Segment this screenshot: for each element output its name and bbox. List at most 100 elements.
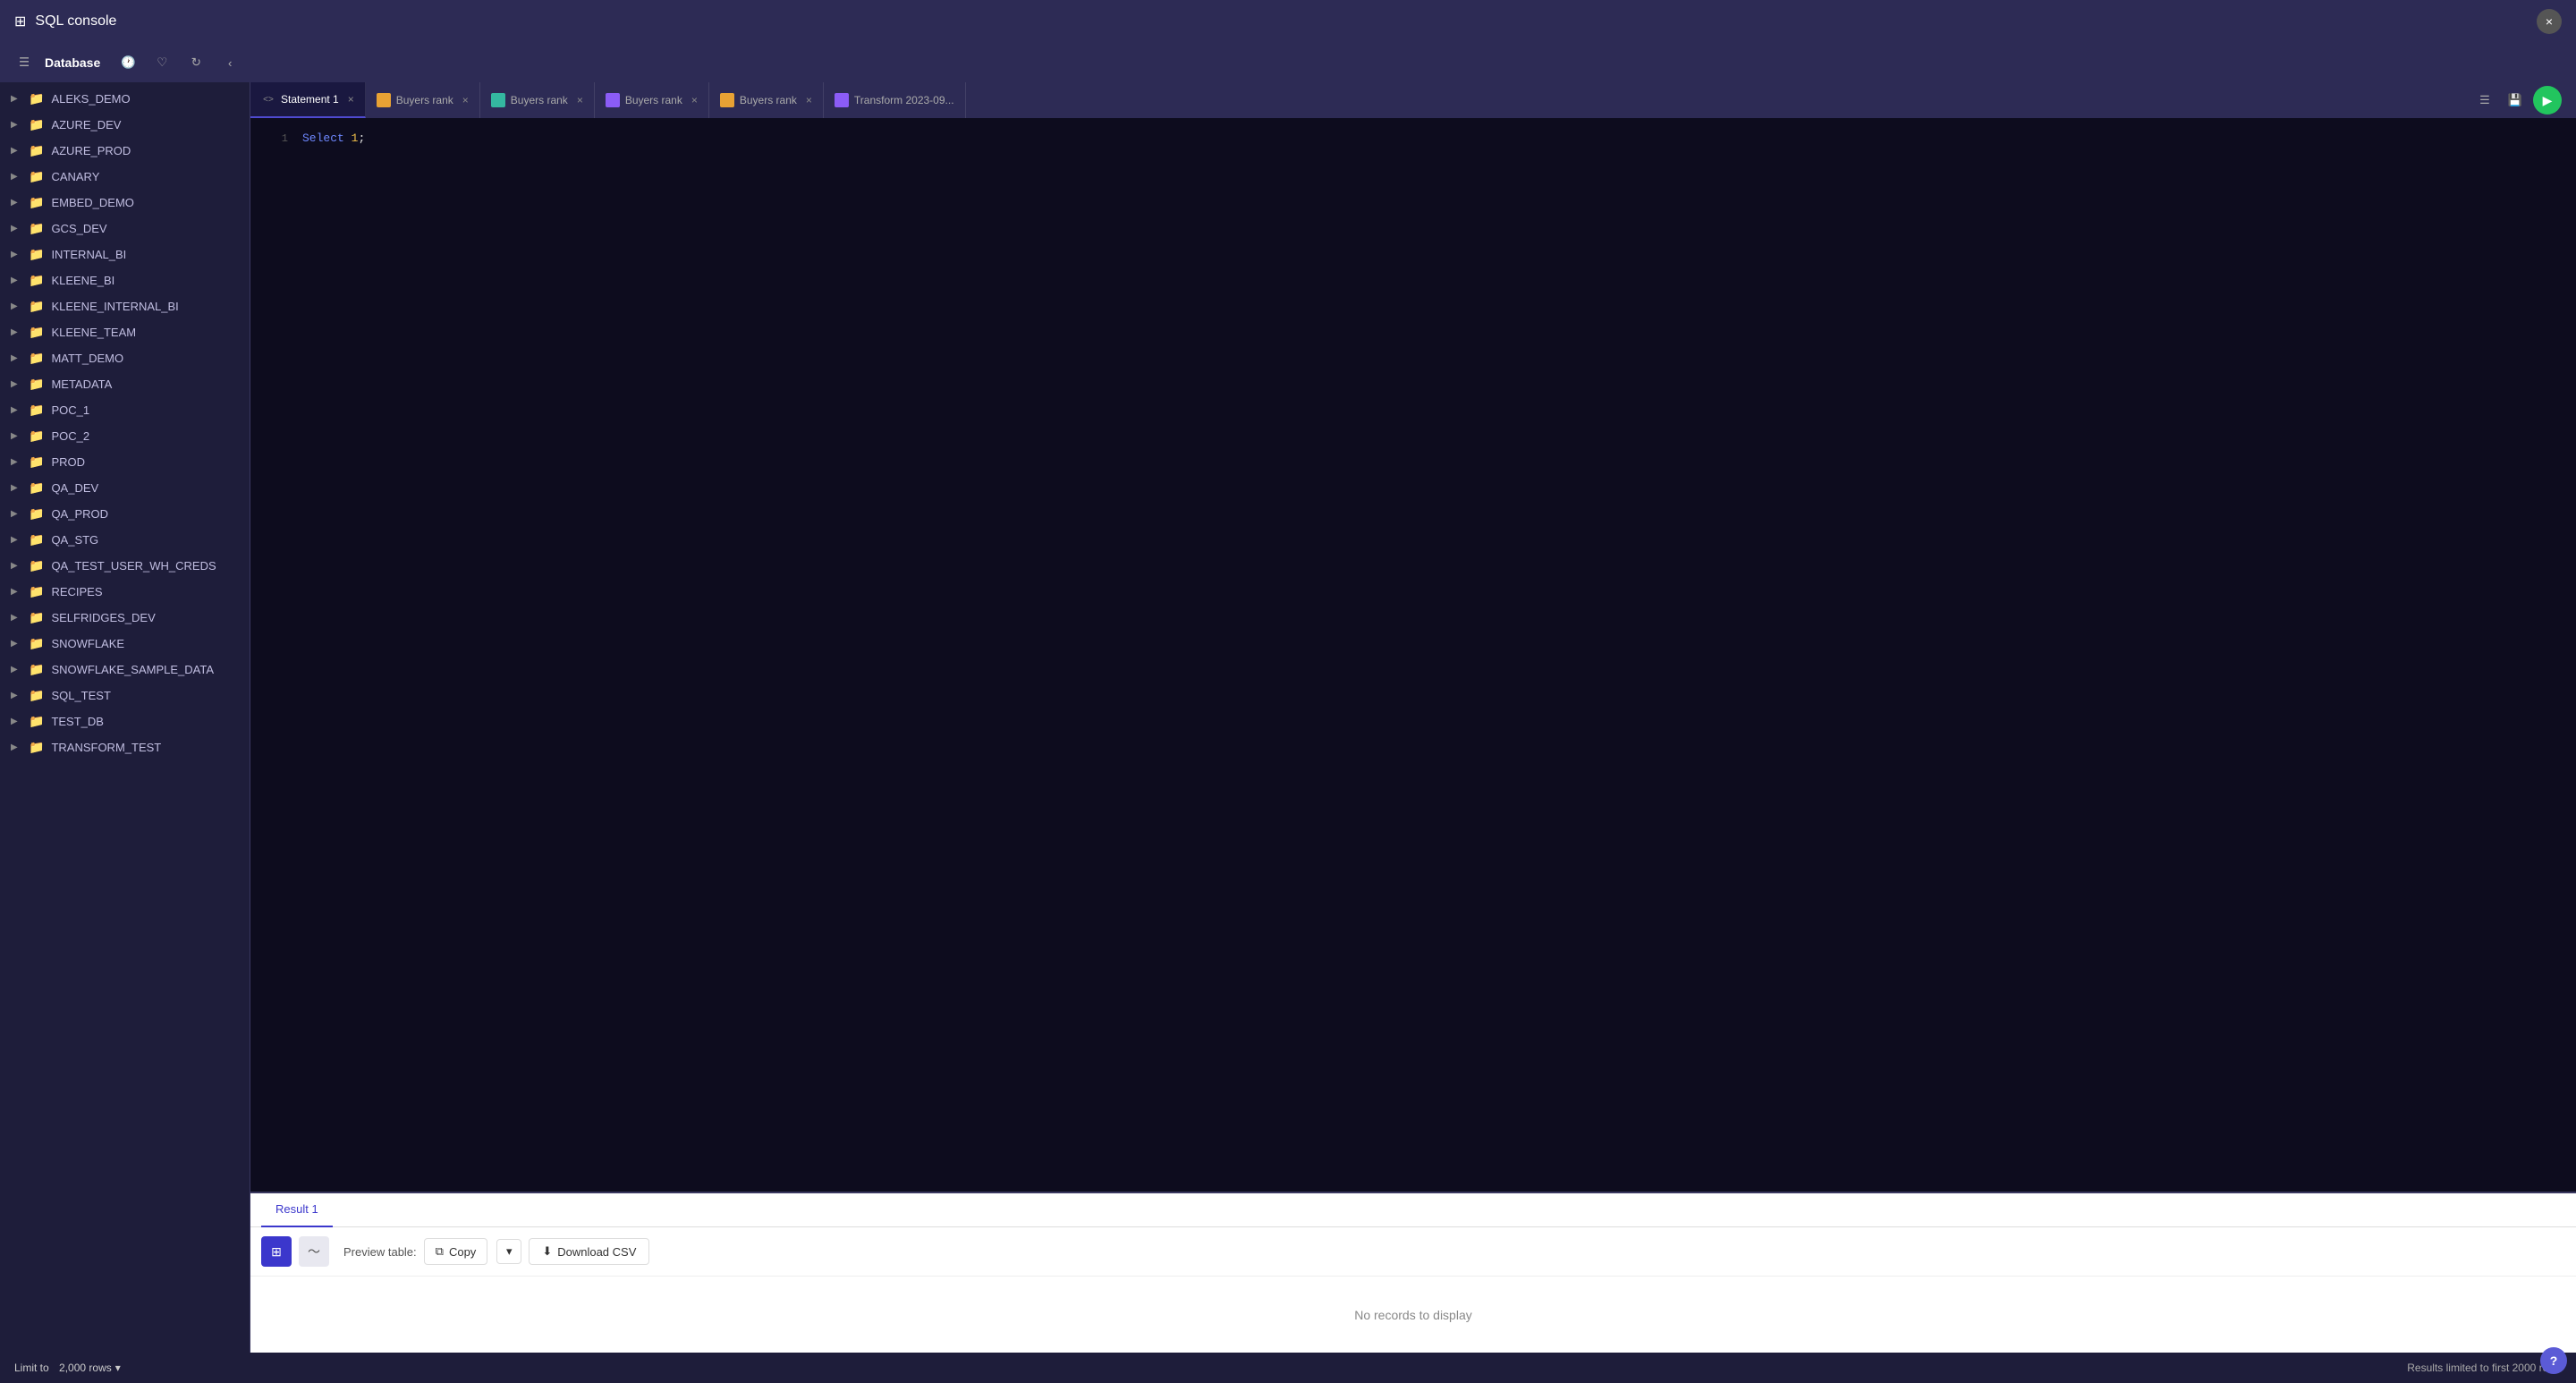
sidebar-item-aleks_demo[interactable]: ▶ 📁 ALEKS_DEMO [0,86,250,112]
history-icon[interactable]: 🕐 [114,49,141,76]
sidebar-item-label: CANARY [51,170,239,183]
help-button[interactable]: ? [2540,1347,2567,1374]
sidebar-item-azure_dev[interactable]: ▶ 📁 AZURE_DEV [0,112,250,138]
chevron-down-icon: ▾ [506,1244,513,1259]
tab-close-icon[interactable]: × [691,94,698,106]
sidebar-item-poc_2[interactable]: ▶ 📁 POC_2 [0,423,250,449]
copy-label: Copy [449,1245,476,1259]
sidebar-item-matt_demo[interactable]: ▶ 📁 MATT_DEMO [0,345,250,371]
sidebar-item-label: RECIPES [51,585,239,598]
tab-tr1[interactable]: Transform 2023-09... [824,82,966,118]
sidebar-item-qa_test_user_wh_creds[interactable]: ▶ 📁 QA_TEST_USER_WH_CREDS [0,553,250,579]
sidebar-item-poc_1[interactable]: ▶ 📁 POC_1 [0,397,250,423]
limit-selector[interactable]: Limit to 2,000 rows ▾ [14,1362,121,1374]
bottom-bar: Limit to 2,000 rows ▾ Results limited to… [0,1353,2576,1383]
sidebar-item-prod[interactable]: ▶ 📁 PROD [0,449,250,475]
sidebar-item-recipes[interactable]: ▶ 📁 RECIPES [0,579,250,605]
folder-icon: 📁 [29,247,44,262]
table-view-button[interactable]: ⊞ [261,1236,292,1267]
tab-label: Buyers rank [625,94,682,106]
sidebar-item-transform_test[interactable]: ▶ 📁 TRANSFORM_TEST [0,734,250,760]
chevron-icon: ▶ [11,535,21,545]
sidebar-item-label: KLEENE_BI [51,274,239,287]
back-icon[interactable]: ‹ [216,49,243,76]
sidebar-item-label: SNOWFLAKE [51,637,239,650]
folder-icon: 📁 [29,610,44,625]
folder-icon: 📁 [29,273,44,288]
tab-stmt1[interactable]: <> Statement 1 × [250,82,366,118]
tab-br2[interactable]: Buyers rank × [480,82,595,118]
sidebar-item-selfridges_dev[interactable]: ▶ 📁 SELFRIDGES_DEV [0,605,250,631]
folder-icon: 📁 [29,714,44,729]
folder-icon: 📁 [29,636,44,651]
tab-label: Buyers rank [740,94,797,106]
close-button[interactable]: × [2537,9,2562,34]
editor-area[interactable]: 1 Select 1; [250,118,2576,1192]
tab-br3[interactable]: Buyers rank × [595,82,709,118]
menu-icon[interactable]: ☰ [2472,88,2497,113]
chart-view-button[interactable]: 〜 [299,1236,329,1267]
sidebar-item-label: QA_PROD [51,507,239,521]
database-label: Database [45,55,100,70]
sidebar-item-kleene_internal_bi[interactable]: ▶ 📁 KLEENE_INTERNAL_BI [0,293,250,319]
sidebar-item-kleene_team[interactable]: ▶ 📁 KLEENE_TEAM [0,319,250,345]
chevron-icon: ▶ [11,561,21,571]
save-icon[interactable]: 💾 [2503,88,2528,113]
sidebar-item-gcs_dev[interactable]: ▶ 📁 GCS_DEV [0,216,250,242]
tab-br4[interactable]: Buyers rank × [709,82,824,118]
sidebar-item-label: EMBED_DEMO [51,196,239,209]
sidebar-item-test_db[interactable]: ▶ 📁 TEST_DB [0,708,250,734]
tab-close-icon[interactable]: × [462,94,469,106]
folder-icon: 📁 [29,351,44,366]
sidebar-item-label: SNOWFLAKE_SAMPLE_DATA [51,663,239,676]
tab-close-icon[interactable]: × [806,94,812,106]
chevron-icon: ▶ [11,379,21,389]
run-button[interactable]: ▶ [2533,86,2562,115]
sidebar-item-kleene_bi[interactable]: ▶ 📁 KLEENE_BI [0,267,250,293]
sidebar-item-label: METADATA [51,378,239,391]
sidebar-item-sql_test[interactable]: ▶ 📁 SQL_TEST [0,683,250,708]
sidebar-item-embed_demo[interactable]: ▶ 📁 EMBED_DEMO [0,190,250,216]
folder-icon: 📁 [29,532,44,547]
sidebar-item-metadata[interactable]: ▶ 📁 METADATA [0,371,250,397]
tab-close-icon[interactable]: × [348,93,354,106]
copy-dropdown-button[interactable]: ▾ [496,1239,521,1264]
copy-button[interactable]: ⧉ Copy [424,1238,488,1265]
sidebar-item-qa_dev[interactable]: ▶ 📁 QA_DEV [0,475,250,501]
sidebar-item-canary[interactable]: ▶ 📁 CANARY [0,164,250,190]
result-tab-result-1[interactable]: Result 1 [261,1193,333,1227]
sidebar-item-label: KLEENE_INTERNAL_BI [51,300,239,313]
download-label: Download CSV [557,1245,636,1259]
sidebar-item-label: POC_2 [51,429,239,443]
line-number: 1 [261,131,288,148]
sidebar-content: ▶ 📁 ALEKS_DEMO ▶ 📁 AZURE_DEV ▶ 📁 AZURE_P… [0,82,250,1353]
editor-content: 1 Select 1; [250,118,2576,160]
refresh-icon[interactable]: ↻ [182,49,209,76]
chevron-icon: ▶ [11,198,21,208]
sidebar-item-azure_prod[interactable]: ▶ 📁 AZURE_PROD [0,138,250,164]
sidebar-item-label: QA_DEV [51,481,239,495]
sidebar-item-internal_bi[interactable]: ▶ 📁 INTERNAL_BI [0,242,250,267]
sidebar-item-snowflake[interactable]: ▶ 📁 SNOWFLAKE [0,631,250,657]
chevron-icon: ▶ [11,405,21,415]
tab-br1[interactable]: Buyers rank × [366,82,480,118]
menu-icon[interactable]: ☰ [11,49,38,76]
folder-icon: 📁 [29,299,44,314]
favorites-icon[interactable]: ♡ [148,49,175,76]
sidebar-item-label: KLEENE_TEAM [51,326,239,339]
sidebar-item-label: SQL_TEST [51,689,239,702]
sidebar-item-qa_prod[interactable]: ▶ 📁 QA_PROD [0,501,250,527]
download-csv-button[interactable]: ⬇ Download CSV [529,1238,649,1265]
sidebar-item-qa_stg[interactable]: ▶ 📁 QA_STG [0,527,250,553]
folder-icon: 📁 [29,662,44,677]
sidebar-item-snowflake_sample_data[interactable]: ▶ 📁 SNOWFLAKE_SAMPLE_DATA [0,657,250,683]
tab-close-icon[interactable]: × [577,94,583,106]
sql-console-icon: ⊞ [14,13,26,30]
tab-icon [835,93,849,107]
preview-label: Preview table: [343,1245,417,1259]
folder-icon: 📁 [29,428,44,444]
copy-icon: ⧉ [436,1244,444,1259]
tab-label: Buyers rank [511,94,568,106]
limit-chevron-icon: ▾ [115,1362,121,1374]
folder-icon: 📁 [29,143,44,158]
